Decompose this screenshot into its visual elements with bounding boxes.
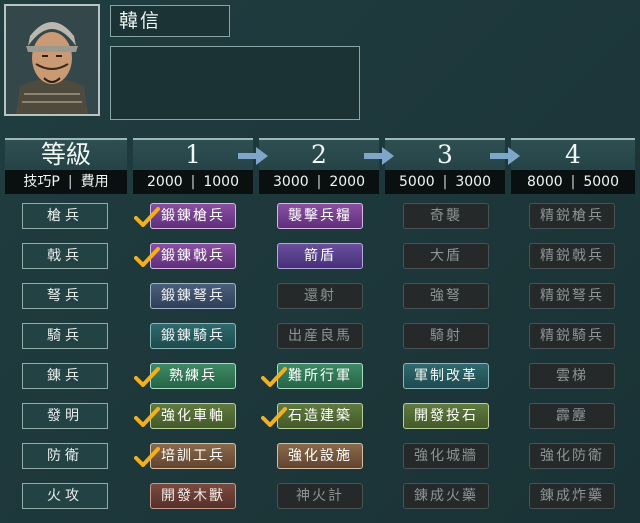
tech-skill-button[interactable]: 石造建築 (277, 403, 363, 429)
general-portrait-image (6, 6, 98, 114)
tech-skill-button[interactable]: 霹靂 (529, 403, 615, 429)
level-header-1: 1 2000 | 1000 (133, 138, 253, 194)
tech-skill-button[interactable]: 開發投石 (403, 403, 489, 429)
tech-skill-button[interactable]: 雲梯 (529, 363, 615, 389)
tech-row-label: 騎兵 (22, 323, 108, 349)
level-number: 1 (185, 140, 201, 169)
right-arrow-icon (238, 147, 268, 165)
tech-row-label: 槍兵 (22, 203, 108, 229)
level-tech-points: 5000 (399, 174, 435, 190)
level-header-2: 2 3000 | 2000 (259, 138, 379, 194)
level-tech-points: 2000 (147, 174, 183, 190)
tech-skill-button[interactable]: 精鋭騎兵 (529, 323, 615, 349)
tech-skill-button[interactable]: 鍛錬戟兵 (150, 243, 236, 269)
tech-skill-button[interactable]: 鍛錬槍兵 (150, 203, 236, 229)
tech-row: 槍兵 鍛錬槍兵 襲擊兵糧 奇襲 精鋭槍兵 (0, 196, 640, 234)
general-description-box (110, 46, 360, 120)
tech-skill-button[interactable]: 強弩 (403, 283, 489, 309)
tech-skill-button[interactable]: 強化城牆 (403, 443, 489, 469)
level-tech-points: 3000 (273, 174, 309, 190)
tech-skill-button[interactable]: 箭盾 (277, 243, 363, 269)
tech-row: 發明 強化車軸 石造建築 開發投石 霹靂 (0, 396, 640, 434)
tech-skill-button[interactable]: 襲擊兵糧 (277, 203, 363, 229)
tech-skill-button[interactable]: 精鋭槍兵 (529, 203, 615, 229)
tech-row: 防衛 培訓工兵 強化設施 強化城牆 強化防衛 (0, 436, 640, 474)
tech-row-label: 弩兵 (22, 283, 108, 309)
tech-row: 騎兵 鍛錬騎兵 出産良馬 騎射 精鋭騎兵 (0, 316, 640, 354)
tech-skill-button[interactable]: 精鋭戟兵 (529, 243, 615, 269)
tech-skill-button[interactable]: 強化設施 (277, 443, 363, 469)
tech-points-label: 技巧P (23, 174, 60, 190)
level-number: 4 (565, 140, 581, 169)
level-tech-points: 8000 (527, 174, 563, 190)
tech-skill-button[interactable]: 奇襲 (403, 203, 489, 229)
tech-skill-button[interactable]: 出産良馬 (277, 323, 363, 349)
checkmark-icon (134, 207, 160, 227)
level-number: 2 (311, 140, 327, 169)
tech-skill-button[interactable]: 精鋭弩兵 (529, 283, 615, 309)
tech-skill-button[interactable]: 鍛錬弩兵 (150, 283, 236, 309)
tech-skill-button[interactable]: 騎射 (403, 323, 489, 349)
tech-row-label: 錬兵 (22, 363, 108, 389)
tech-skill-button[interactable]: 大盾 (403, 243, 489, 269)
grade-header: 等級 技巧P | 費用 (5, 138, 127, 194)
tech-row: 火攻 開發木獸 神火計 錬成火藥 錬成炸藥 (0, 476, 640, 514)
grade-subtitle: 技巧P | 費用 (5, 170, 127, 194)
right-arrow-icon (364, 147, 394, 165)
general-name: 韓信 (110, 5, 230, 37)
tech-row-label: 火攻 (22, 483, 108, 509)
grade-title: 等級 (40, 140, 91, 169)
tech-row-label: 防衛 (22, 443, 108, 469)
tech-row: 戟兵 鍛錬戟兵 箭盾 大盾 精鋭戟兵 (0, 236, 640, 274)
level-cost: 2000 (329, 174, 365, 190)
tech-skill-button[interactable]: 神火計 (277, 483, 363, 509)
level-cost: 1000 (203, 174, 239, 190)
right-arrow-icon (490, 147, 520, 165)
tech-row-label: 戟兵 (22, 243, 108, 269)
checkmark-icon (134, 367, 160, 387)
general-portrait (4, 4, 100, 116)
tech-skill-button[interactable]: 培訓工兵 (150, 443, 236, 469)
level-header-4: 4 8000 | 5000 (511, 138, 635, 194)
tech-row-label: 發明 (22, 403, 108, 429)
checkmark-icon (134, 447, 160, 467)
checkmark-icon (261, 367, 287, 387)
tech-skill-button[interactable]: 錬成炸藥 (529, 483, 615, 509)
tech-skill-button[interactable]: 難所行軍 (277, 363, 363, 389)
cost-label: 費用 (80, 174, 109, 190)
tech-skill-button[interactable]: 鍛錬騎兵 (150, 323, 236, 349)
level-cost: 5000 (583, 174, 619, 190)
level-header-3: 3 5000 | 3000 (385, 138, 505, 194)
tech-skill-button[interactable]: 開發木獸 (150, 483, 236, 509)
tech-skill-button[interactable]: 還射 (277, 283, 363, 309)
tech-skill-button[interactable]: 熟練兵 (150, 363, 236, 389)
checkmark-icon (134, 407, 160, 427)
level-number: 3 (437, 140, 453, 169)
checkmark-icon (134, 247, 160, 267)
tech-skill-button[interactable]: 錬成火藥 (403, 483, 489, 509)
level-cost: 3000 (455, 174, 491, 190)
tech-row: 弩兵 鍛錬弩兵 還射 強弩 精鋭弩兵 (0, 276, 640, 314)
tech-skill-button[interactable]: 強化防衛 (529, 443, 615, 469)
tech-skill-button[interactable]: 強化車軸 (150, 403, 236, 429)
tech-row: 錬兵 熟練兵 難所行軍 軍制改革 雲梯 (0, 356, 640, 394)
tech-skill-button[interactable]: 軍制改革 (403, 363, 489, 389)
checkmark-icon (261, 407, 287, 427)
